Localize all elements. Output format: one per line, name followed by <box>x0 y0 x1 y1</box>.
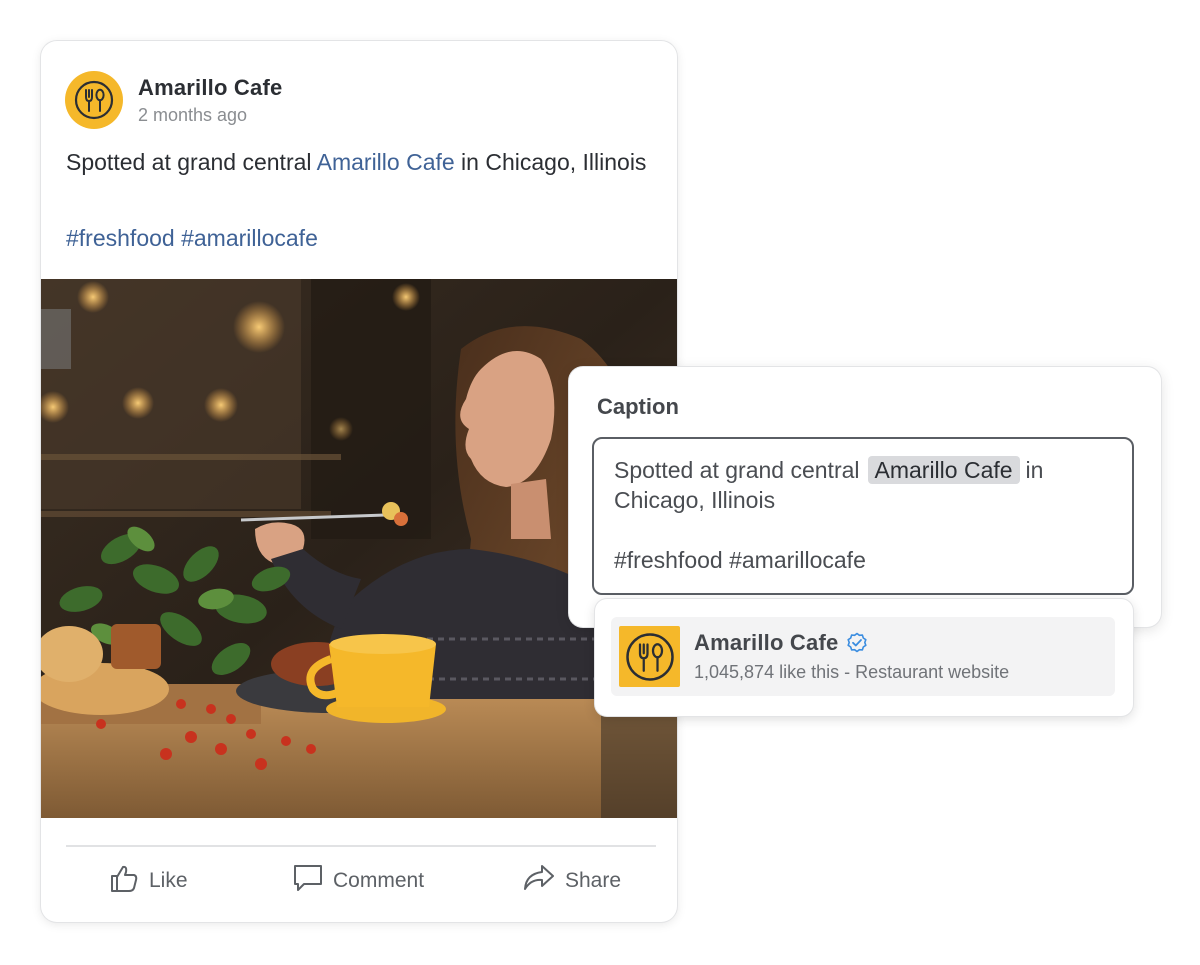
verified-check-icon <box>846 632 868 654</box>
suggestion-meta: 1,045,874 like this - Restaurant website <box>694 662 1010 682</box>
thumbs-up-icon <box>108 862 149 900</box>
comment-icon <box>292 862 333 900</box>
suggestion-text: Amarillo Cafe 1,045,874 like this - Rest… <box>694 630 1009 683</box>
suggestion-name: Amarillo Cafe <box>694 630 839 655</box>
suggestion-name-row: Amarillo Cafe <box>694 630 1009 656</box>
fork-spoon-logo-icon[interactable] <box>65 71 123 129</box>
like-label: Like <box>149 869 188 892</box>
post-hashtags[interactable]: #freshfood #amarillocafe <box>66 223 318 253</box>
post-mention-link[interactable]: Amarillo Cafe <box>317 149 455 175</box>
share-label: Share <box>565 869 622 892</box>
comment-label: Comment <box>333 869 425 892</box>
fork-spoon-logo-icon <box>619 626 680 687</box>
post-text-suffix: in Chicago, Illinois <box>454 149 647 175</box>
caption-textarea[interactable]: Spotted at grand central Amarillo Cafe in … <box>592 437 1134 595</box>
post-action-bar: Like Comment Share <box>41 859 677 903</box>
mention-suggestion-dropdown: Amarillo Cafe 1,045,874 like this - Rest… <box>595 599 1133 716</box>
post-text: Spotted at grand central Amarillo Cafe i… <box>66 147 666 177</box>
mention-suggestion-item[interactable]: Amarillo Cafe 1,045,874 like this - Rest… <box>611 617 1115 696</box>
like-button[interactable]: Like <box>108 859 188 903</box>
caption-label: Caption <box>597 394 679 419</box>
action-divider <box>66 845 656 847</box>
post-text-prefix: Spotted at grand central <box>66 149 317 175</box>
caption-panel: Caption Spotted at grand central Amarillo… <box>569 367 1161 627</box>
caption-hashtags: #freshfood #amarillocafe <box>614 547 866 573</box>
post-header: Amarillo Cafe 2 months ago <box>65 71 282 129</box>
post-header-text: Amarillo Cafe 2 months ago <box>138 74 282 127</box>
caption-text-prefix: Spotted at grand central <box>614 457 860 483</box>
share-button[interactable]: Share <box>522 859 621 903</box>
share-icon <box>522 862 565 900</box>
caption-mention-chip[interactable]: Amarillo Cafe <box>867 456 1020 484</box>
author-name[interactable]: Amarillo Cafe <box>138 74 282 102</box>
comment-button[interactable]: Comment <box>292 859 424 903</box>
post-timestamp[interactable]: 2 months ago <box>138 103 282 127</box>
